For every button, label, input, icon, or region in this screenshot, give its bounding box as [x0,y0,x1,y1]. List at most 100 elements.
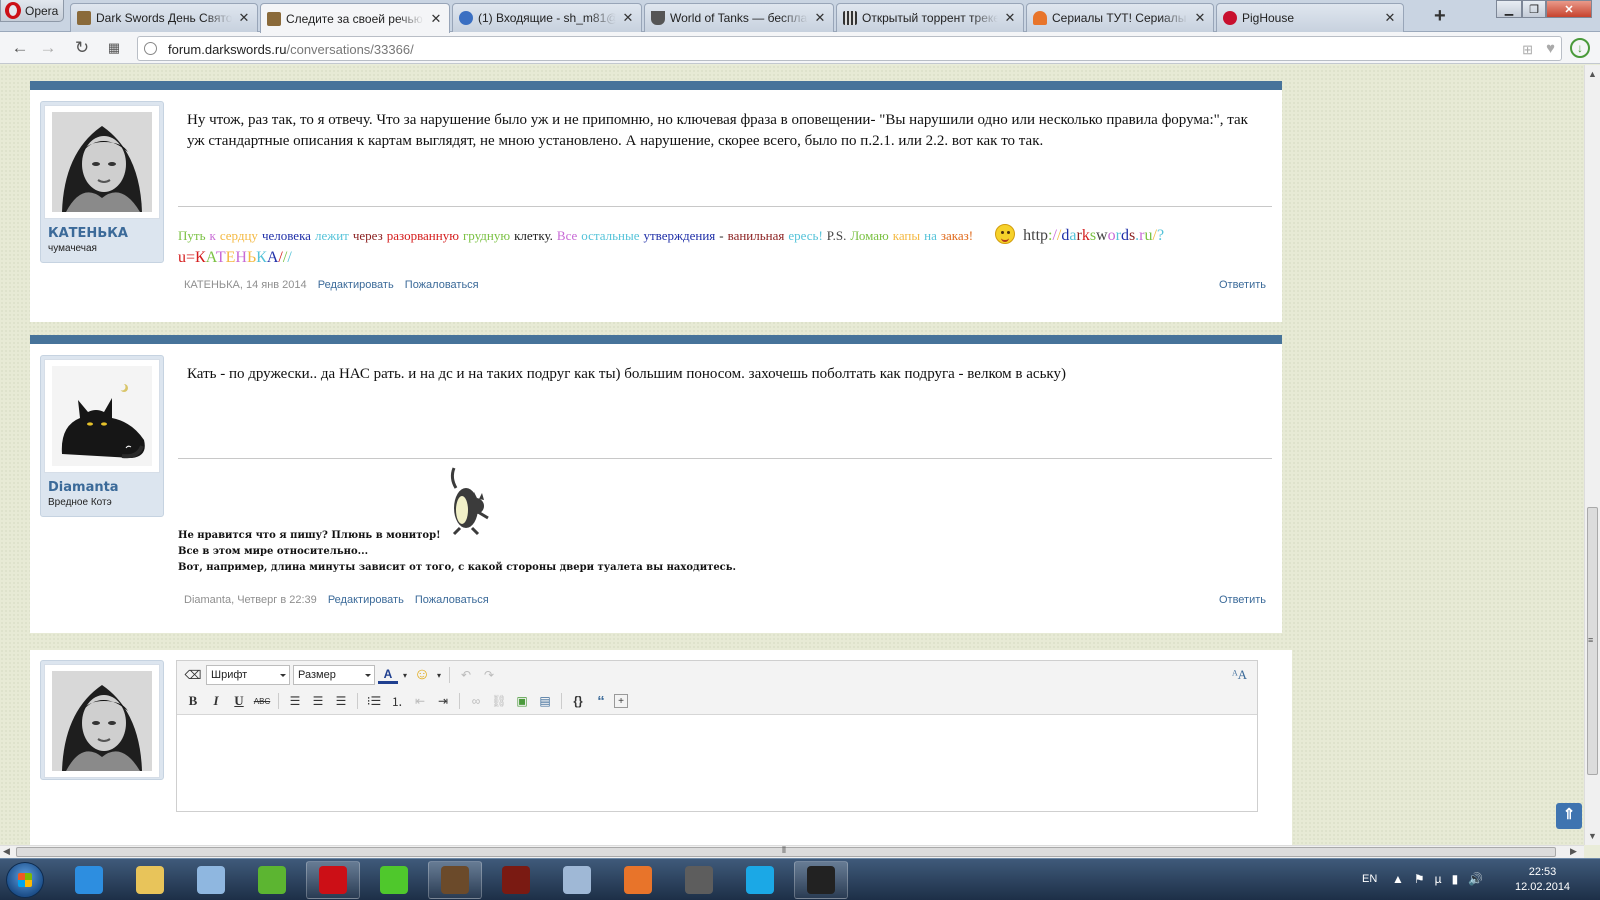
taskbar-app-icq[interactable] [367,861,421,899]
scroll-up-arrow-icon[interactable]: ▲ [1588,69,1597,79]
speed-dial-grid-icon[interactable]: ▦ [104,38,124,58]
unlink-icon[interactable]: ⛓ [489,691,509,711]
message-input[interactable] [177,715,1257,811]
taskbar-app-utorrent[interactable] [245,861,299,899]
username[interactable]: Diamanta [48,480,119,495]
volume-icon[interactable]: 🔊 [1468,872,1483,886]
close-window-button[interactable]: ✕ [1546,0,1592,18]
tab-darkswords-valentine[interactable]: Dark Swords День Святого ✕ [70,3,258,32]
address-bar[interactable]: forum.darkswords.ru/conversations/33366/… [137,36,1562,61]
font-family-select[interactable]: Шрифт [206,665,290,685]
align-right-icon[interactable]: ☰ [331,691,351,711]
horizontal-scrollbar[interactable]: ◀ ⦀ ▶ [0,845,1584,858]
quote-icon[interactable]: “ [591,691,611,711]
action-center-flag-icon[interactable]: ⚑ [1414,872,1425,886]
tab-close-icon[interactable]: ✕ [813,10,827,26]
username[interactable]: КАТЕНЬКА [48,226,128,241]
scrollbar-thumb[interactable] [16,847,1556,857]
tab-torrent-tracker[interactable]: Открытый торрент трекер ✕ [836,3,1024,32]
speed-dial-add-icon[interactable]: ⊞ [1522,42,1533,58]
scroll-left-arrow-icon[interactable]: ◀ [3,846,10,857]
undo-icon[interactable]: ↶ [456,665,476,685]
underline-icon[interactable]: U [229,691,249,711]
code-icon[interactable]: {} [568,691,588,711]
network-signal-icon[interactable]: ▮ [1452,872,1459,886]
align-center-icon[interactable]: ☰ [308,691,328,711]
scroll-down-arrow-icon[interactable]: ▼ [1588,831,1597,841]
more-options-icon[interactable]: + [614,694,628,708]
image-icon[interactable]: ▣ [512,691,532,711]
reload-icon[interactable]: ↻ [72,38,92,58]
tab-serials[interactable]: Сериалы ТУТ! Сериалы о ✕ [1026,3,1214,32]
maximize-button[interactable]: ❐ [1522,0,1546,18]
taskbar-app-media-player[interactable] [611,861,665,899]
taskbar-app-opera[interactable] [306,861,360,899]
avatar[interactable] [52,671,152,771]
link-icon[interactable]: ∞ [466,691,486,711]
taskbar-app-darkswords-game[interactable] [428,861,482,899]
show-hidden-icons-icon[interactable]: ▲ [1392,872,1404,886]
utorrent-tray-icon[interactable]: µ [1435,872,1442,886]
chevron-down-icon[interactable]: ▾ [435,665,443,685]
signature-link-continued[interactable]: u=КАТЕНЬКА/// [178,249,292,266]
scroll-to-top-button[interactable]: ⇑ [1556,803,1582,829]
bookmark-heart-icon[interactable]: ♥ [1546,40,1555,57]
tab-close-icon[interactable]: ✕ [429,11,443,27]
outdent-icon[interactable]: ⇤ [410,691,430,711]
media-icon[interactable]: ▤ [535,691,555,711]
tab-close-icon[interactable]: ✕ [1383,10,1397,26]
taskbar-app-world-of-tanks[interactable] [672,861,726,899]
scroll-right-arrow-icon[interactable]: ▶ [1570,846,1577,857]
tab-close-icon[interactable]: ✕ [1003,10,1017,26]
minimize-button[interactable]: ▁ [1496,0,1522,18]
chevron-down-icon[interactable]: ▾ [401,665,409,685]
toggle-bbcode-icon[interactable]: ᴬA [1232,667,1247,683]
strikethrough-icon[interactable]: ABC [252,691,272,711]
tab-world-of-tanks[interactable]: World of Tanks — бесплат ✕ [644,3,834,32]
italic-icon[interactable]: I [206,691,226,711]
align-left-icon[interactable]: ☰ [285,691,305,711]
indent-icon[interactable]: ⇥ [433,691,453,711]
tab-watch-your-speech[interactable]: Следите за своей речью ✕ [260,3,450,33]
avatar-frame[interactable] [44,664,160,778]
avatar[interactable] [52,112,152,212]
font-size-select[interactable]: Размер [293,665,375,685]
taskbar-app-internet-explorer[interactable] [62,861,116,899]
remove-format-eraser-icon[interactable]: ⌫ [183,665,203,685]
back-arrow-icon[interactable]: ← [10,38,30,58]
taskbar-app-diablo[interactable] [489,861,543,899]
avatar[interactable] [52,366,152,466]
url-text[interactable]: forum.darkswords.ru/conversations/33366/ [168,42,414,57]
message-author-date[interactable]: Diamanta, Четверг в 22:39 [184,594,317,606]
numbered-list-icon[interactable]: ⒈ [387,691,407,711]
vertical-scrollbar[interactable]: ▲ ≡ ▼ [1584,65,1600,845]
input-language[interactable]: EN [1362,873,1377,885]
taskbar-app-file-explorer[interactable] [123,861,177,899]
forward-arrow-icon[interactable]: → [38,38,58,58]
edit-link[interactable]: Редактировать [328,594,404,606]
tab-close-icon[interactable]: ✕ [1193,10,1207,26]
reply-link[interactable]: Ответить [1219,279,1266,291]
download-extension-icon[interactable]: ↓ [1570,38,1590,58]
new-tab-button[interactable]: + [1434,6,1446,26]
smilies-icon[interactable]: ☺ [412,665,432,685]
edit-link[interactable]: Редактировать [318,279,394,291]
taskbar-app-qip[interactable] [794,861,848,899]
start-button[interactable] [6,862,44,898]
clock[interactable]: 22:53 12.02.2014 [1515,865,1570,895]
text-color-icon[interactable]: A [378,666,398,684]
taskbar-app-calculator[interactable] [550,861,604,899]
signature-link[interactable]: http://darkswords.ru/? [1023,227,1164,244]
opera-menu-button[interactable]: Opera [0,0,64,22]
tab-pighouse[interactable]: PigHouse ✕ [1216,3,1404,32]
tab-inbox[interactable]: (1) Входящие - sh_m81@r ✕ [452,3,642,32]
bold-icon[interactable]: B [183,691,203,711]
redo-icon[interactable]: ↷ [479,665,499,685]
report-link[interactable]: Пожаловаться [405,279,479,291]
taskbar-app-skype[interactable] [733,861,787,899]
report-link[interactable]: Пожаловаться [415,594,489,606]
bulleted-list-icon[interactable]: ⁝☰ [364,691,384,711]
tab-close-icon[interactable]: ✕ [237,10,251,26]
taskbar-app-paint[interactable] [184,861,238,899]
avatar-frame[interactable] [44,359,160,473]
